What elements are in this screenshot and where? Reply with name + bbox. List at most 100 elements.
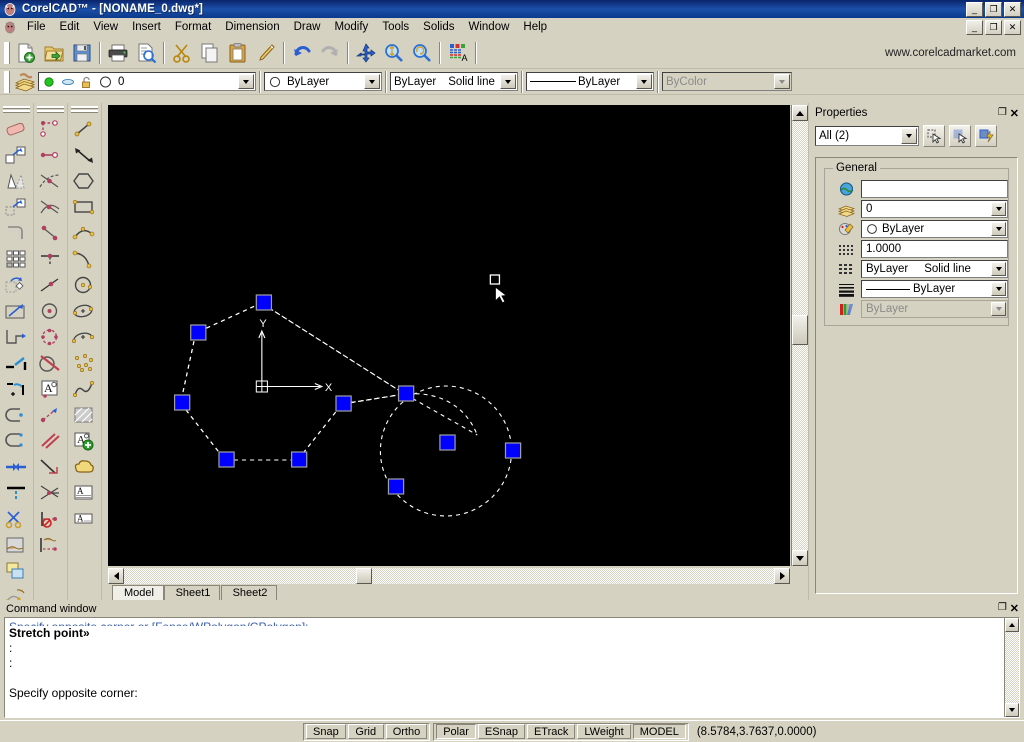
- double-arrow-line-icon[interactable]: [68, 142, 100, 168]
- menu-item-format[interactable]: Format: [168, 19, 218, 35]
- ellipse-icon[interactable]: [68, 298, 100, 324]
- command-restore-icon[interactable]: ❐: [998, 602, 1007, 615]
- point-cloud-icon[interactable]: [68, 350, 100, 376]
- lineweight-combo[interactable]: ByLayer: [526, 72, 654, 91]
- circle-tangent-icon[interactable]: [34, 350, 66, 376]
- command-close-icon[interactable]: ✕: [1010, 602, 1019, 615]
- tab-model[interactable]: Model: [112, 585, 164, 600]
- arc-3point-icon[interactable]: [68, 246, 100, 272]
- edit-scissors-icon[interactable]: [0, 506, 32, 532]
- undo-icon[interactable]: [288, 39, 316, 67]
- layer-freeze-icon[interactable]: [60, 75, 76, 89]
- lineweight-value-arrow[interactable]: [991, 282, 1006, 296]
- canvas-vscroll-thumb[interactable]: [792, 315, 808, 345]
- xline-horizontal-icon[interactable]: [34, 246, 66, 272]
- zoom-previous-icon[interactable]: [408, 39, 436, 67]
- point-line-icon[interactable]: [34, 116, 66, 142]
- menu-item-draw[interactable]: Draw: [287, 19, 328, 35]
- quick-select-icon[interactable]: [923, 125, 945, 147]
- paste-icon[interactable]: [224, 39, 252, 67]
- pan-icon[interactable]: [352, 39, 380, 67]
- canvas-vertical-scrollbar[interactable]: [791, 105, 808, 566]
- text-add-icon[interactable]: A: [68, 428, 100, 454]
- layer-unlock-icon[interactable]: [80, 75, 93, 89]
- tab-sheet2[interactable]: Sheet2: [221, 585, 277, 600]
- single-line-text-icon[interactable]: A: [68, 506, 100, 532]
- layer-on-icon[interactable]: [42, 75, 56, 89]
- linetype-combo[interactable]: ByLayer Solid line: [390, 72, 518, 91]
- doc-minimize-button[interactable]: _: [966, 20, 983, 35]
- open-icon[interactable]: [40, 39, 68, 67]
- entity-color-value[interactable]: [861, 180, 1008, 198]
- rectangle-icon[interactable]: [68, 194, 100, 220]
- tab-sheet1[interactable]: Sheet1: [164, 585, 220, 600]
- maximize-button[interactable]: ❐: [985, 2, 1002, 17]
- color-value[interactable]: ByLayer: [861, 220, 1008, 238]
- menu-item-insert[interactable]: Insert: [125, 19, 168, 35]
- layer-combo[interactable]: 0: [38, 72, 256, 91]
- menu-item-tools[interactable]: Tools: [375, 19, 416, 35]
- linescale-value[interactable]: 1.0000: [861, 240, 1008, 258]
- construction-line-icon[interactable]: [34, 168, 66, 194]
- mirror-icon[interactable]: [0, 168, 32, 194]
- scroll-down-button[interactable]: [792, 550, 808, 566]
- color-combo-arrow[interactable]: [364, 74, 380, 89]
- cut-icon[interactable]: [168, 39, 196, 67]
- doc-close-button[interactable]: ✕: [1004, 20, 1021, 35]
- doc-restore-button[interactable]: ❐: [985, 20, 1002, 35]
- entities-toolbar-drag-handle[interactable]: [71, 104, 98, 114]
- zoom-dynamic-icon[interactable]: [380, 39, 408, 67]
- command-scroll-down-button[interactable]: [1005, 703, 1019, 717]
- canvas-horizontal-scrollbar[interactable]: [108, 568, 790, 584]
- properties-close-icon[interactable]: ✕: [1010, 107, 1019, 120]
- scroll-left-button[interactable]: [108, 568, 124, 584]
- align-icon[interactable]: [0, 558, 32, 584]
- status-snap-button[interactable]: Snap: [306, 724, 346, 739]
- infinite-line-icon[interactable]: [34, 220, 66, 246]
- cloud-revision-icon[interactable]: [68, 454, 100, 480]
- status-polar-button[interactable]: Polar: [436, 724, 476, 739]
- point-no-snap-icon[interactable]: [34, 506, 66, 532]
- parallel-lines-icon[interactable]: [34, 428, 66, 454]
- save-icon[interactable]: [68, 39, 96, 67]
- multiline-text-icon[interactable]: A: [68, 480, 100, 506]
- close-button[interactable]: ✕: [1004, 2, 1021, 17]
- draw-toolbar-drag-handle[interactable]: [37, 104, 64, 114]
- copy-icon[interactable]: [196, 39, 224, 67]
- print-preview-icon[interactable]: [132, 39, 160, 67]
- elliptical-arc-icon[interactable]: [68, 324, 100, 350]
- layers-manager-icon[interactable]: A: [444, 39, 472, 67]
- toolbar-drag-handle[interactable]: [3, 41, 10, 65]
- linetype-value[interactable]: ByLayer Solid line: [861, 260, 1008, 278]
- status-model-button[interactable]: MODEL: [633, 724, 686, 739]
- menu-item-solids[interactable]: Solids: [416, 19, 461, 35]
- layers-icon[interactable]: [12, 71, 38, 93]
- break-at-point-icon[interactable]: [0, 402, 32, 428]
- trim-line-icon[interactable]: [0, 350, 32, 376]
- point-hand-icon[interactable]: [34, 532, 66, 558]
- status-grid-button[interactable]: Grid: [348, 724, 384, 739]
- line-segment-icon[interactable]: [68, 116, 100, 142]
- copy-entity-icon[interactable]: [0, 142, 32, 168]
- status-esnap-button[interactable]: ESnap: [478, 724, 525, 739]
- properties-toolbar-drag-handle[interactable]: [3, 70, 10, 94]
- command-prompt-line[interactable]: :: [9, 716, 1015, 718]
- arc-icon[interactable]: [68, 220, 100, 246]
- layer-color-icon[interactable]: [98, 75, 113, 89]
- fillet-icon[interactable]: [0, 220, 32, 246]
- hatch-edit-icon[interactable]: [0, 532, 32, 558]
- layer-combo-arrow[interactable]: [238, 74, 254, 89]
- lineweight-combo-arrow[interactable]: [636, 74, 652, 89]
- new-icon[interactable]: [12, 39, 40, 67]
- circle-icon[interactable]: [34, 298, 66, 324]
- command-scroll-up-button[interactable]: [1005, 618, 1019, 632]
- text-single-icon[interactable]: A: [34, 376, 66, 402]
- status-ortho-button[interactable]: Ortho: [386, 724, 428, 739]
- scroll-right-button[interactable]: [774, 568, 790, 584]
- menu-item-dimension[interactable]: Dimension: [218, 19, 286, 35]
- polygon-icon[interactable]: [68, 168, 100, 194]
- ray-icon[interactable]: [34, 194, 66, 220]
- xline-angle-icon[interactable]: [34, 272, 66, 298]
- match-properties-icon[interactable]: [252, 39, 280, 67]
- canvas-hscroll-thumb[interactable]: [356, 568, 372, 584]
